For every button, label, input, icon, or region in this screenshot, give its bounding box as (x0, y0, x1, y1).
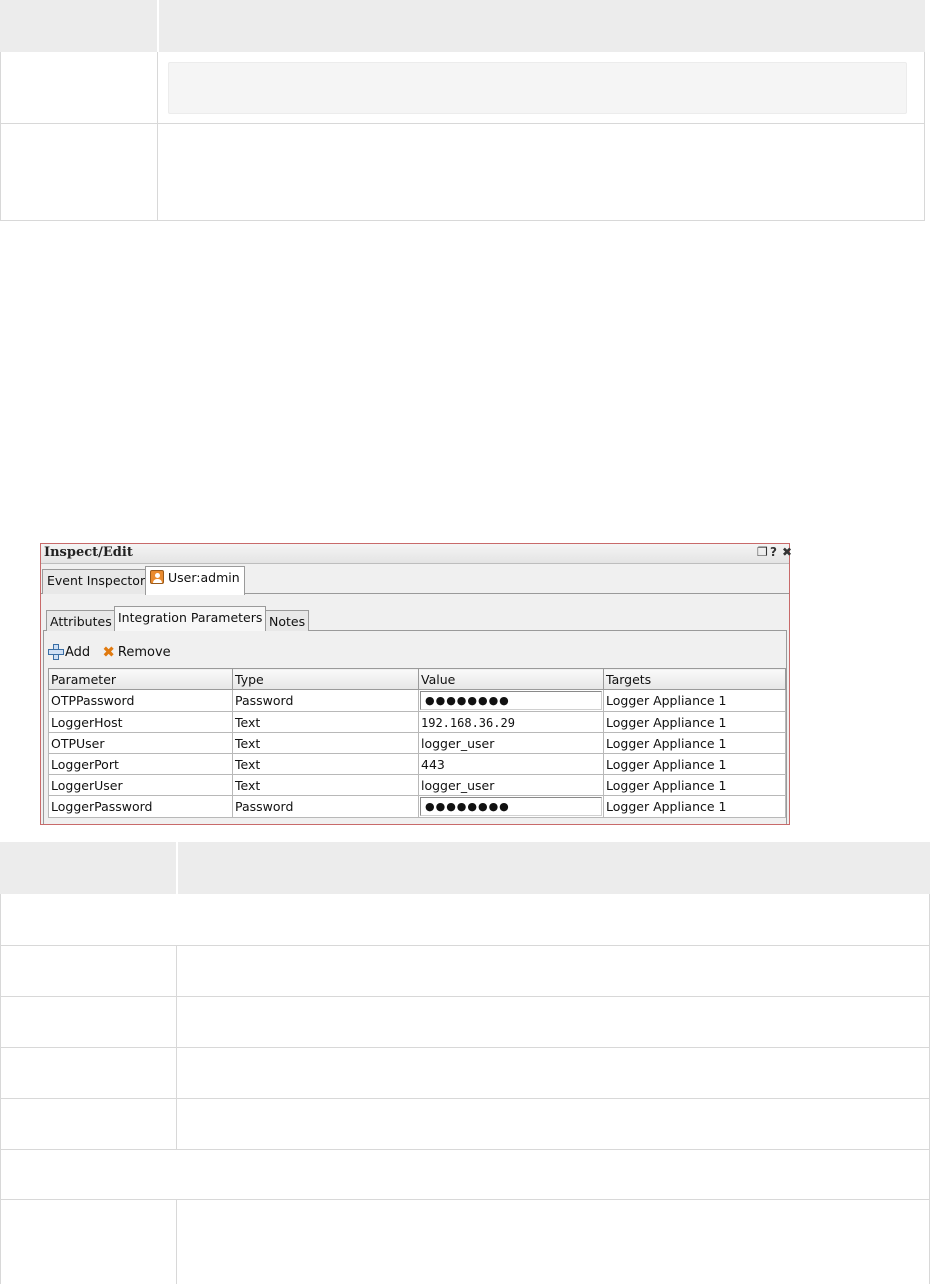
restore-icon[interactable]: ❐ (757, 545, 768, 559)
doc-table-bottom-row (0, 1200, 930, 1284)
table-border-left (0, 52, 1, 221)
cell-value[interactable]: logger_user (418, 732, 604, 754)
header-separator (157, 0, 159, 52)
close-icon[interactable]: ✖ (782, 545, 792, 559)
tab-integration-parameters[interactable]: Integration Parameters (114, 606, 267, 632)
cell-parameter[interactable]: LoggerPassword (48, 795, 233, 818)
remove-label: Remove (117, 645, 171, 660)
remove-button[interactable]: ✖ Remove (102, 643, 170, 661)
cell-type[interactable]: Password (232, 795, 419, 818)
tab-label: Event Inspector (47, 573, 146, 588)
cell-parameter[interactable]: LoggerUser (48, 774, 233, 796)
column-header-targets[interactable]: Targets (603, 668, 786, 690)
cell-targets[interactable]: Logger Appliance 1 (603, 795, 786, 818)
table-row[interactable]: LoggerHost Text 192.168.36.29 Logger App… (48, 711, 786, 733)
tab-label: Attributes (50, 614, 112, 629)
cell-value[interactable]: ●●●●●●●● (418, 795, 604, 818)
outer-tab-bar: Event Inspector User:admin (41, 564, 789, 595)
cell-type[interactable]: Text (232, 753, 419, 775)
add-icon (48, 644, 64, 660)
doc-table-bottom-section-row (0, 1150, 930, 1200)
table-header-row: Parameter Type Value Targets (48, 668, 786, 690)
cell-type[interactable]: Password (232, 689, 419, 712)
code-block (168, 62, 907, 114)
cell-value[interactable]: 443 (418, 753, 604, 775)
doc-table-bottom-row (0, 1099, 930, 1150)
remove-icon: ✖ (102, 643, 115, 661)
header-separator (176, 842, 178, 894)
cell-type[interactable]: Text (232, 774, 419, 796)
tab-label: Notes (269, 614, 306, 629)
panel-title: Inspect/Edit (44, 545, 133, 560)
doc-table-bottom-row (0, 997, 930, 1048)
add-button[interactable]: Add (48, 644, 90, 660)
panel-titlebar: Inspect/Edit ❐ ? ✖ (41, 544, 792, 564)
table-row[interactable]: LoggerPassword Password ●●●●●●●● Logger … (48, 795, 786, 818)
integration-parameters-pane: Add ✖ Remove Parameter Type Value Targets… (43, 631, 787, 824)
parameters-table: Parameter Type Value Targets OTPPassword… (48, 668, 786, 818)
column-header-value[interactable]: Value (418, 668, 604, 690)
table-column-divider (176, 997, 177, 1047)
inner-tab-bar: Attributes Integration Parameters Notes (43, 604, 787, 632)
cell-parameter[interactable]: LoggerPort (48, 753, 233, 775)
doc-table-top-row (0, 124, 925, 221)
password-field[interactable]: ●●●●●●●● (420, 797, 602, 816)
tab-notes[interactable]: Notes (265, 610, 310, 632)
password-field[interactable]: ●●●●●●●● (420, 691, 602, 710)
table-column-divider (176, 1099, 177, 1149)
cell-targets[interactable]: Logger Appliance 1 (603, 774, 786, 796)
table-column-divider (176, 946, 177, 996)
tab-label: Integration Parameters (118, 610, 263, 625)
cell-type[interactable]: Text (232, 732, 419, 754)
cell-targets[interactable]: Logger Appliance 1 (603, 711, 786, 733)
doc-table-bottom-row (0, 946, 930, 997)
add-label: Add (65, 645, 91, 660)
tab-event-inspector[interactable]: Event Inspector (42, 569, 151, 594)
column-header-parameter[interactable]: Parameter (48, 668, 233, 690)
table-border-left (0, 894, 1, 1284)
cell-targets[interactable]: Logger Appliance 1 (603, 689, 786, 712)
inspect-edit-panel: Inspect/Edit ❐ ? ✖ Event Inspector User:… (40, 543, 792, 825)
tab-label: User:admin (168, 570, 240, 585)
table-row[interactable]: LoggerPort Text 443 Logger Appliance 1 (48, 753, 786, 775)
cell-targets[interactable]: Logger Appliance 1 (603, 753, 786, 775)
tab-user-admin[interactable]: User:admin (145, 566, 245, 595)
parameters-toolbar: Add ✖ Remove (48, 643, 179, 661)
cell-value[interactable]: ●●●●●●●● (418, 689, 604, 712)
value-text: 192.168.36.29 (421, 715, 515, 730)
doc-table-top-row (0, 52, 925, 124)
table-border-right (924, 52, 925, 221)
table-row[interactable]: LoggerUser Text logger_user Logger Appli… (48, 774, 786, 796)
help-icon[interactable]: ? (770, 545, 777, 559)
doc-table-bottom-row (0, 1048, 930, 1099)
doc-table-bottom-header (0, 842, 930, 894)
doc-table-bottom (0, 842, 930, 1284)
table-column-divider (176, 1048, 177, 1098)
doc-table-top-header (0, 0, 925, 52)
table-column-divider (157, 52, 158, 221)
cell-parameter[interactable]: OTPUser (48, 732, 233, 754)
cell-parameter[interactable]: LoggerHost (48, 711, 233, 733)
cell-targets[interactable]: Logger Appliance 1 (603, 732, 786, 754)
column-header-type[interactable]: Type (232, 668, 419, 690)
tab-attributes[interactable]: Attributes (46, 610, 116, 632)
cell-value[interactable]: logger_user (418, 774, 604, 796)
table-column-divider (176, 1200, 177, 1284)
doc-table-bottom-section-row (0, 894, 930, 946)
cell-parameter[interactable]: OTPPassword (48, 689, 233, 712)
cell-type[interactable]: Text (232, 711, 419, 733)
user-icon (150, 570, 164, 584)
table-row[interactable]: OTPPassword Password ●●●●●●●● Logger App… (48, 689, 786, 712)
table-row[interactable]: OTPUser Text logger_user Logger Applianc… (48, 732, 786, 754)
cell-value[interactable]: 192.168.36.29 (418, 711, 604, 733)
